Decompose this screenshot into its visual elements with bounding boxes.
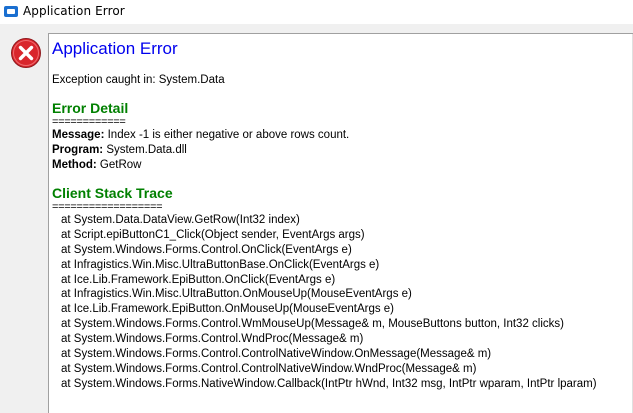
exception-line: Exception caught in: System.Data xyxy=(52,74,225,86)
stack-line: at System.Windows.Forms.Control.ControlN… xyxy=(61,348,492,361)
stack-line: at Ice.Lib.Framework.EpiButton.OnMouseUp… xyxy=(61,303,395,316)
message-row: Message: Index -1 is either negative or … xyxy=(52,128,633,143)
stack-trace-separator: ================== xyxy=(52,201,163,213)
stack-line: at System.Windows.Forms.NativeWindow.Cal… xyxy=(61,377,597,390)
title-bar[interactable]: Application Error xyxy=(0,0,633,24)
stack-line: at System.Windows.Forms.Control.WndProc(… xyxy=(61,333,364,346)
error-detail-separator: ============ xyxy=(52,116,126,128)
page-title: Application Error xyxy=(52,39,178,58)
message-value: Index -1 is either negative or above row… xyxy=(104,129,350,141)
app-window-icon xyxy=(4,6,18,17)
stack-line: at Ice.Lib.Framework.EpiButton.OnClick(E… xyxy=(61,273,336,286)
dialog-body: Application Error Exception caught in: S… xyxy=(0,24,633,413)
method-label: Method: xyxy=(52,159,97,171)
stack-line: at Infragistics.Win.Misc.UltraButton.OnM… xyxy=(61,288,412,301)
window-title: Application Error xyxy=(23,4,125,18)
stack-line: at System.Windows.Forms.Control.WmMouseU… xyxy=(61,318,564,331)
stack-trace-list: at System.Data.DataView.GetRow(Int32 ind… xyxy=(52,213,633,392)
error-detail-heading: Error Detail xyxy=(52,100,129,116)
program-value: System.Data.dll xyxy=(103,144,187,156)
error-report-pane[interactable]: Application Error Exception caught in: S… xyxy=(48,33,633,413)
error-icon xyxy=(11,38,41,68)
stack-line: at Infragistics.Win.Misc.UltraButtonBase… xyxy=(61,258,380,271)
stack-line: at System.Data.DataView.GetRow(Int32 ind… xyxy=(61,214,300,226)
stack-line: at System.Windows.Forms.Control.OnClick(… xyxy=(61,243,352,256)
stack-line: at Script.epiButtonC1_Click(Object sende… xyxy=(61,228,365,241)
stack-line: at System.Windows.Forms.Control.ControlN… xyxy=(61,362,477,375)
program-label: Program: xyxy=(52,144,104,156)
method-row: Method: GetRow xyxy=(52,158,633,173)
method-value: GetRow xyxy=(96,159,142,171)
program-row: Program: System.Data.dll xyxy=(52,143,633,158)
stack-trace-heading: Client Stack Trace xyxy=(52,185,173,201)
message-label: Message: xyxy=(52,129,105,141)
